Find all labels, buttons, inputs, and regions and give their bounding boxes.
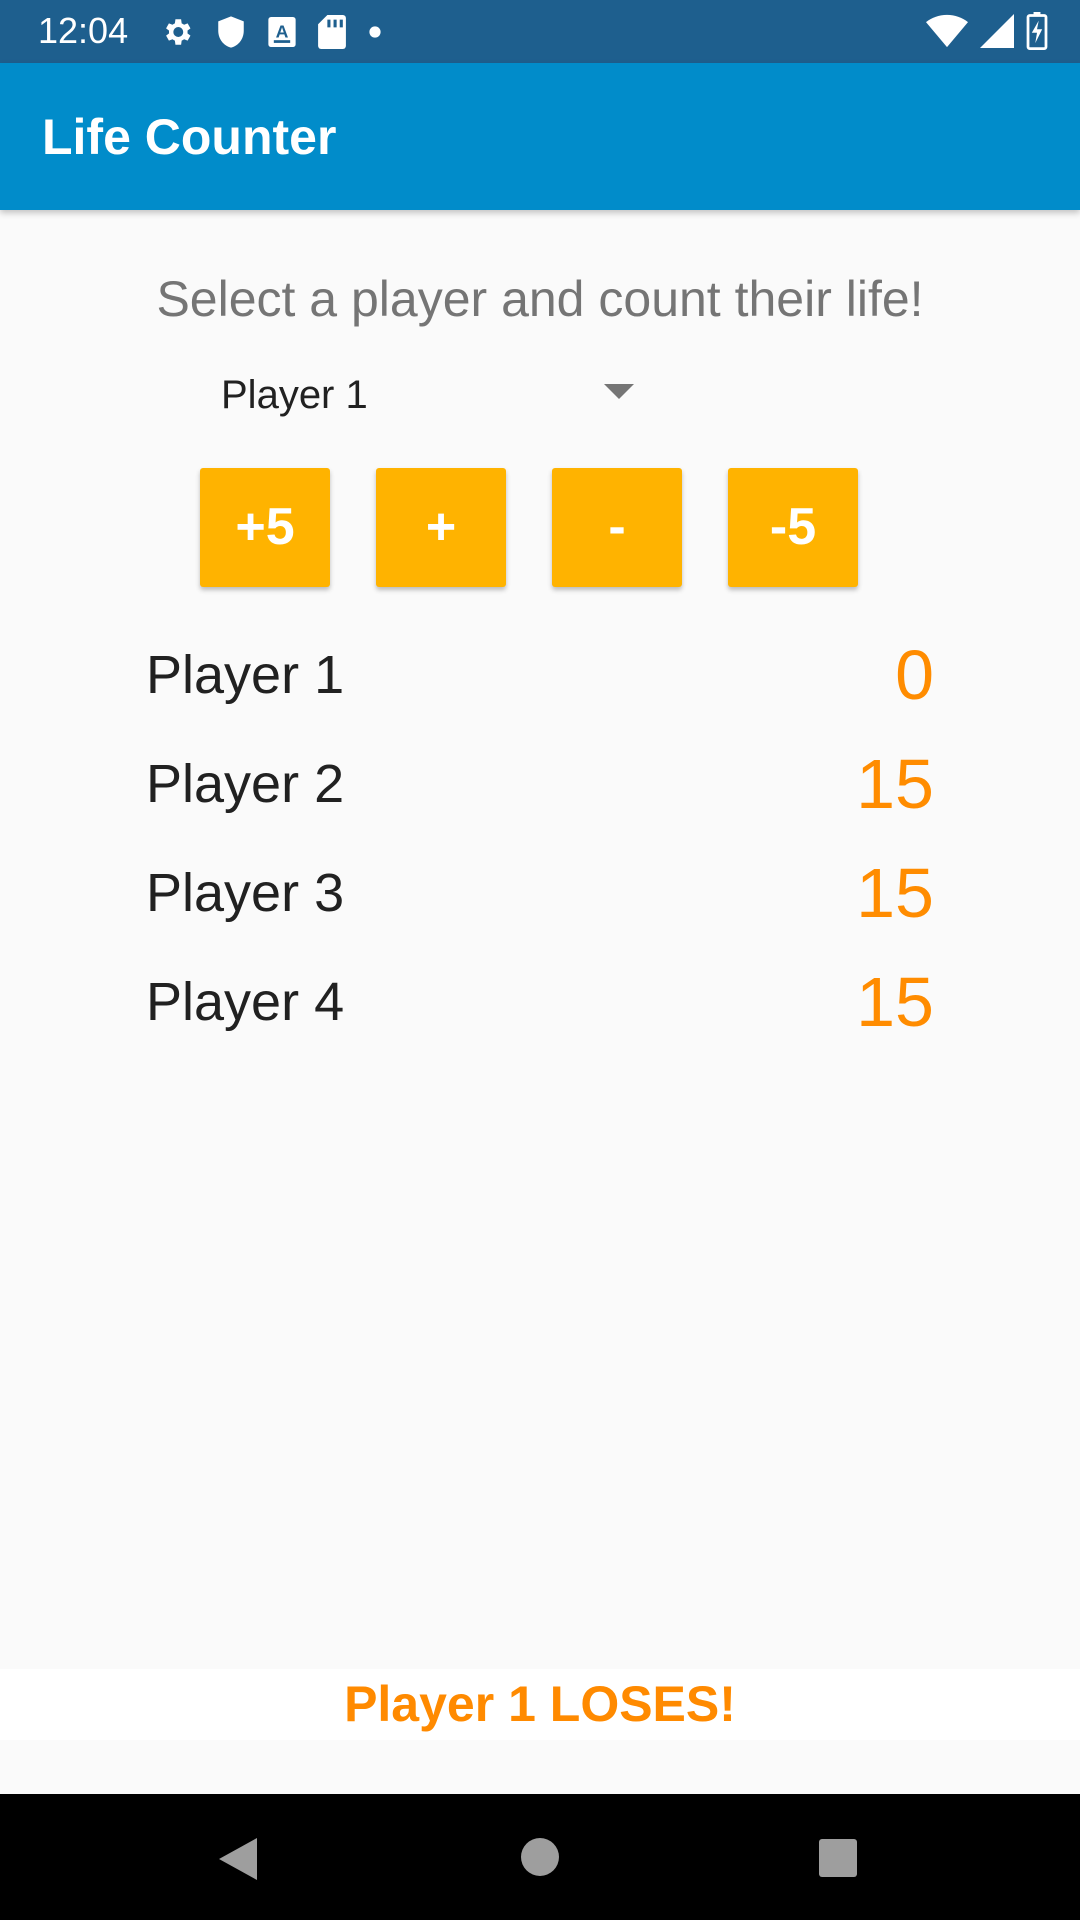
minus-five-button[interactable]: -5 [728,468,858,587]
battery-icon [1026,12,1048,50]
player-name: Player 2 [146,754,345,814]
player-row-1: Player 1 0 [146,635,934,715]
player-select-value: Player 1 [221,373,368,417]
a-badge-icon: A [268,17,296,47]
minus-one-button[interactable]: - [552,468,682,587]
plus-five-button[interactable]: +5 [200,468,330,587]
loss-message: Player 1 LOSES! [0,1669,1080,1740]
shield-icon [218,16,244,48]
player-row-4: Player 4 15 [146,962,934,1042]
player-row-3: Player 3 15 [146,853,934,933]
player-life: 0 [895,636,934,714]
plus-one-button[interactable]: + [376,468,506,587]
player-name: Player 3 [146,863,345,923]
app-bar: Life Counter [0,63,1080,210]
player-name: Player 1 [146,645,345,705]
navigation-bar [0,1794,1080,1920]
dot-icon [369,26,381,38]
player-select-spinner[interactable]: Player 1 [200,355,860,435]
status-time: 12:04 [38,10,129,51]
wifi-icon [926,14,968,48]
app-title: Life Counter [42,109,337,165]
back-icon[interactable] [219,1838,257,1880]
sd-card-icon [318,15,346,49]
recents-icon[interactable] [819,1839,857,1877]
dropdown-arrow-icon[interactable] [604,384,634,399]
svg-text:A: A [276,21,289,41]
status-icons-left: A [160,14,382,50]
player-name: Player 4 [146,972,345,1032]
status-icons-right [926,12,1048,50]
player-life: 15 [856,745,934,823]
home-icon[interactable] [521,1838,559,1876]
status-bar: 12:04 A [0,0,1080,63]
player-life: 15 [856,963,934,1041]
player-row-2: Player 2 15 [146,744,934,824]
gear-icon [166,19,191,45]
cell-signal-icon [980,14,1014,48]
instruction-text: Select a player and count their life! [156,271,924,327]
player-life: 15 [856,854,934,932]
